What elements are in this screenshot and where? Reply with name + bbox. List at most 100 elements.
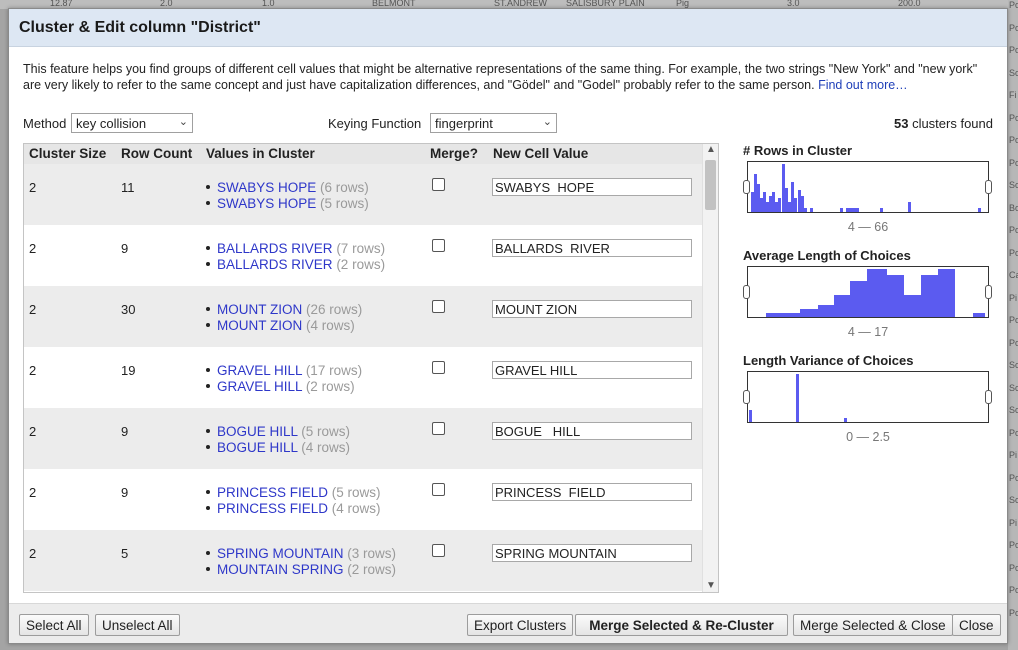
facet-title: Length Variance of Choices: [743, 353, 914, 368]
facet-title: Average Length of Choices: [743, 248, 911, 263]
variance-histogram[interactable]: [747, 371, 989, 423]
cluster-value-name[interactable]: BALLARDS RIVER: [217, 257, 333, 272]
cluster-value-name[interactable]: GRAVEL HILL: [217, 363, 302, 378]
bullet-icon: [206, 383, 210, 388]
new-cell-value-input[interactable]: BOGUE HILL: [492, 422, 692, 440]
row-count: 19: [121, 363, 136, 378]
cluster-value-name[interactable]: MOUNTAIN SPRING: [217, 562, 344, 577]
bg-cell: 12.87: [50, 0, 73, 8]
method-select[interactable]: key collision ⌄: [71, 113, 193, 133]
bg-cell: Pig: [676, 0, 690, 8]
cluster-value-name[interactable]: MOUNT ZION: [217, 318, 302, 333]
header-cluster-size: Cluster Size: [29, 146, 107, 161]
cluster-value-name[interactable]: GRAVEL HILL: [217, 379, 302, 394]
chevron-up-icon[interactable]: ▲: [706, 144, 716, 155]
select-all-button[interactable]: Select All: [19, 614, 89, 636]
cluster-value-count: (26 rows): [306, 302, 363, 317]
cluster-size: 2: [29, 424, 37, 439]
merge-close-button[interactable]: Merge Selected & Close: [793, 614, 953, 636]
bg-cell: Po: [1009, 135, 1018, 145]
bg-cell: Po: [1009, 315, 1018, 325]
new-cell-value-input[interactable]: SWABYS HOPE: [492, 178, 692, 196]
close-button[interactable]: Close: [952, 614, 1001, 636]
range-handle-right[interactable]: [985, 390, 992, 404]
new-cell-value-input[interactable]: PRINCESS FIELD: [492, 483, 692, 501]
bg-cell: Po: [1009, 562, 1018, 573]
cluster-value-count: (2 rows): [336, 257, 386, 272]
export-clusters-button[interactable]: Export Clusters: [467, 614, 574, 636]
keying-function-label: Keying Function: [328, 116, 422, 131]
cluster-value: SPRING MOUNTAIN (3 rows): [204, 546, 396, 562]
cluster-value-name[interactable]: SPRING MOUNTAIN: [217, 546, 344, 561]
cluster-value-count: (17 rows): [305, 363, 363, 378]
chevron-down-icon[interactable]: ▼: [706, 580, 716, 591]
range-handle-left[interactable]: [743, 285, 750, 299]
cluster-value-count: (5 rows): [301, 424, 351, 439]
cluster-value-count: (4 rows): [331, 501, 381, 516]
new-cell-value-input[interactable]: BALLARDS RIVER: [492, 239, 692, 257]
new-cell-value-input[interactable]: SPRING MOUNTAIN: [492, 544, 692, 562]
cluster-value-name[interactable]: SWABYS HOPE: [217, 180, 316, 195]
table-row: 2 19 GRAVEL HILL (17 rows) GRAVEL HILL (2 r…: [24, 347, 716, 408]
clusters-found: 53 clusters found: [894, 116, 993, 131]
merge-checkbox[interactable]: [432, 300, 445, 313]
cluster-size: 2: [29, 241, 37, 256]
dialog-body: This feature helps you find groups of di…: [9, 47, 1007, 603]
table-row: 2 9 BALLARDS RIVER (7 rows) BALLARDS RIVER …: [24, 225, 716, 286]
range-handle-right[interactable]: [985, 180, 992, 194]
merge-checkbox[interactable]: [432, 239, 445, 252]
cluster-value-name[interactable]: PRINCESS FIELD: [217, 501, 328, 516]
merge-recluster-button[interactable]: Merge Selected & Re-Cluster: [575, 614, 788, 636]
range-handle-left[interactable]: [743, 180, 750, 194]
cluster-values: MOUNT ZION (26 rows) MOUNT ZION (4 rows): [204, 302, 362, 334]
rows-histogram[interactable]: [747, 161, 989, 213]
chevron-down-icon: ⌄: [542, 116, 552, 128]
merge-checkbox[interactable]: [432, 361, 445, 374]
range-handle-right[interactable]: [985, 285, 992, 299]
length-histogram[interactable]: [747, 266, 989, 318]
new-cell-value-input[interactable]: GRAVEL HILL: [492, 361, 692, 379]
row-count: 30: [121, 302, 136, 317]
unselect-all-button[interactable]: Unselect All: [95, 614, 180, 636]
dialog-title: Cluster & Edit column "District": [9, 9, 1007, 47]
cluster-value-name[interactable]: BALLARDS RIVER: [217, 241, 333, 256]
bg-cell: Sc: [1009, 405, 1018, 415]
table-scrollbar[interactable]: ▲ ▼: [702, 144, 718, 592]
cluster-value-name[interactable]: PRINCESS FIELD: [217, 485, 328, 500]
cluster-value-name[interactable]: SWABYS HOPE: [217, 196, 316, 211]
merge-checkbox[interactable]: [432, 422, 445, 435]
cluster-value-name[interactable]: BOGUE HILL: [217, 424, 298, 439]
cluster-values: GRAVEL HILL (17 rows) GRAVEL HILL (2 rows…: [204, 363, 362, 395]
chevron-down-icon: ⌄: [178, 116, 188, 128]
cluster-values: SPRING MOUNTAIN (3 rows) MOUNTAIN SPRING …: [204, 546, 396, 578]
range-handle-left[interactable]: [743, 390, 750, 404]
find-out-more-link[interactable]: Find out more…: [818, 78, 908, 92]
bg-cell: Sc: [1009, 360, 1018, 370]
bg-cell: ST.ANDREW: [494, 0, 548, 8]
row-count: 9: [121, 485, 129, 500]
dialog-footer: Select All Unselect All Export Clusters …: [9, 603, 1007, 643]
scrollbar-thumb[interactable]: [705, 160, 716, 210]
length-histogram-chart: [766, 269, 985, 317]
method-label: Method: [23, 116, 67, 131]
facet-range: 0 — 2.5: [846, 430, 890, 444]
table-row: 2 11 SWABYS HOPE (6 rows) SWABYS HOPE (5 ro…: [24, 164, 716, 225]
keying-function-select[interactable]: fingerprint ⌄: [430, 113, 557, 133]
bg-cell: BELMONT: [372, 0, 416, 8]
bg-cell: Po: [1009, 607, 1018, 618]
bullet-icon: [206, 550, 210, 555]
merge-checkbox[interactable]: [432, 178, 445, 191]
merge-checkbox[interactable]: [432, 544, 445, 557]
bullet-icon: [206, 367, 210, 372]
bg-cell: Sc: [1009, 67, 1018, 78]
cluster-value-name[interactable]: BOGUE HILL: [217, 440, 298, 455]
merge-checkbox[interactable]: [432, 483, 445, 496]
cluster-value: MOUNT ZION (4 rows): [204, 318, 362, 334]
cluster-value: BALLARDS RIVER (7 rows): [204, 241, 385, 257]
new-cell-value-input[interactable]: MOUNT ZION: [492, 300, 692, 318]
cluster-value-name[interactable]: MOUNT ZION: [217, 302, 302, 317]
cluster-value: GRAVEL HILL (17 rows): [204, 363, 362, 379]
cluster-controls: Method key collision ⌄ Keying Function f…: [23, 113, 993, 135]
cluster-value-count: (7 rows): [336, 241, 386, 256]
row-count: 5: [121, 546, 129, 561]
